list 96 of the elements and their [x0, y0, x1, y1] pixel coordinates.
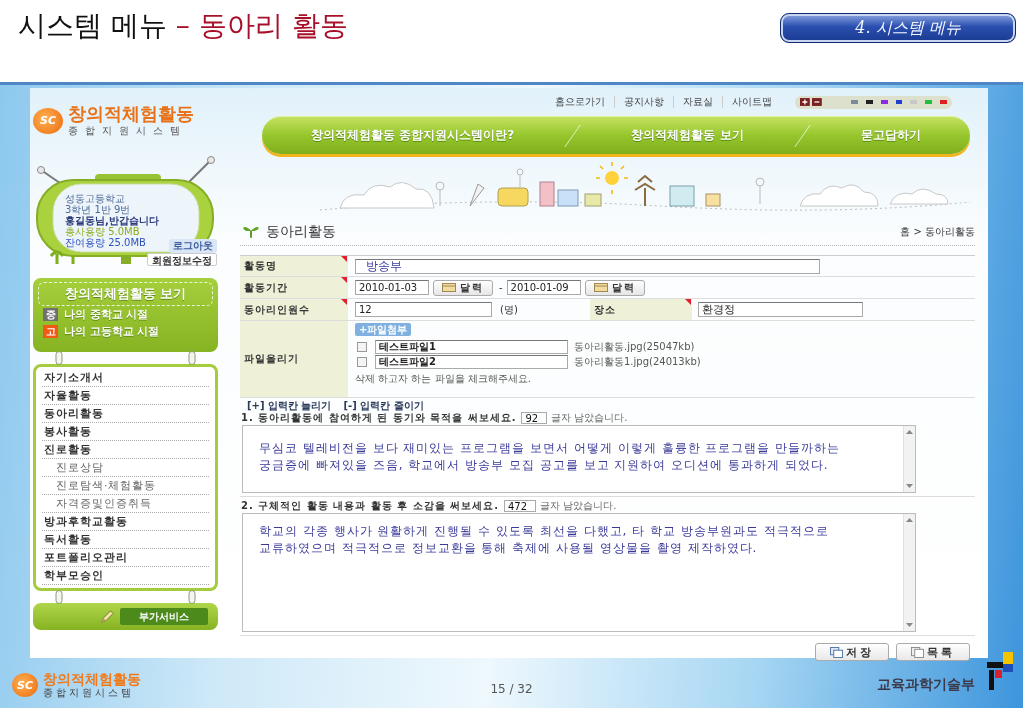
- slide-title: 시스템 메뉴 – 동아리 활동: [18, 8, 348, 44]
- scrollbar[interactable]: [903, 514, 915, 631]
- panel-title: 창의적체험활동 보기: [38, 282, 213, 306]
- menu-item[interactable]: 독서활동: [42, 531, 209, 549]
- question-text: 2. 구체적인 활동 내용과 활동 후 소감을 써보세요.: [241, 499, 499, 513]
- required-mark-icon: [685, 299, 691, 305]
- storage-left: 잔여용량 25.0MB: [65, 237, 146, 248]
- logo-subtitle: 종합지원시스템: [68, 124, 188, 137]
- section-badge: 4. 시스템 메뉴: [780, 13, 1016, 43]
- breadcrumb: 홈 > 동아리활동: [900, 224, 975, 239]
- scroll-down-icon[interactable]: [906, 484, 913, 488]
- file-info: 동아리활동.jpg(25047kb): [574, 339, 695, 354]
- theme-swatch-icon[interactable]: [865, 100, 873, 104]
- save-icon: [830, 646, 843, 658]
- scroll-down-icon[interactable]: [906, 623, 913, 627]
- menu-item[interactable]: 포트폴리오관리: [42, 549, 209, 567]
- scroll-up-icon[interactable]: [906, 518, 913, 522]
- minus-icon[interactable]: [811, 98, 822, 106]
- logout-button[interactable]: 로그아웃: [169, 239, 217, 253]
- field-label: 활동명: [244, 259, 277, 273]
- date-input[interactable]: 2010-01-03: [355, 280, 429, 295]
- required-mark-icon: [341, 256, 347, 262]
- greeting-text: 홍길동님,반갑습니다: [65, 215, 159, 226]
- menu-item[interactable]: 동아리활동: [42, 405, 209, 423]
- hint-text: 삭제 하고자 하는 파일을 체크해주세요.: [355, 372, 531, 386]
- theme-swatch-icon[interactable]: [895, 100, 903, 104]
- required-mark-icon: [341, 299, 347, 305]
- ministry-name: 교육과학기술부: [877, 676, 975, 694]
- file-name-input[interactable]: 테스트파일1: [375, 339, 568, 354]
- theme-swatch-icon[interactable]: [851, 100, 858, 104]
- file-info: 동아리활동1.jpg(24013kb): [574, 354, 701, 369]
- remaining-label: 글자 남았습니다.: [551, 411, 628, 425]
- util-link[interactable]: 공지사항: [614, 96, 673, 108]
- menu-item[interactable]: 학부모승인: [42, 567, 209, 585]
- util-link[interactable]: 사이트맵: [722, 96, 781, 108]
- submenu-item[interactable]: 진로탐색·체험활동: [42, 477, 209, 495]
- logo-subtitle: 종합지원시스템: [43, 687, 135, 699]
- question-text: 1. 동아리활동에 참여하게 된 동기와 목적을 써보세요.: [241, 411, 517, 425]
- answer-text-area[interactable]: 무심코 텔레비전을 보다 재미있는 프로그램을 보면서 어떻게 이렇게 훌륭한 프로그램을 만들까하는 궁금증에 빠져있을 즈음, 학교에서 방송부 모집 공고를 보고 지원하여 오디션에 통과하게 되었다.: [242, 425, 916, 493]
- school-name: 성동고등학교: [65, 193, 125, 204]
- util-link[interactable]: 홈으로가기: [546, 96, 614, 108]
- school-badge: 중: [43, 308, 58, 321]
- menu-item[interactable]: 방과후학교활동: [42, 513, 209, 531]
- checkbox[interactable]: [357, 341, 367, 352]
- menu-item[interactable]: 진로활동: [42, 441, 209, 459]
- save-button[interactable]: 저장: [815, 643, 889, 661]
- pencil-icon: [100, 609, 114, 624]
- unit-label: (명): [499, 302, 519, 317]
- resize-link[interactable]: [+] 입력칸 늘리기: [247, 400, 332, 412]
- ministry-emblem-icon: [985, 652, 1015, 690]
- range-separator: -: [499, 282, 503, 293]
- checkbox[interactable]: [357, 356, 367, 367]
- class-number: 3학년 1반 9번: [65, 204, 131, 215]
- required-mark-icon: [341, 277, 347, 283]
- list-button[interactable]: 목록: [896, 643, 970, 661]
- document-icon: [911, 646, 924, 658]
- plus-icon[interactable]: [800, 98, 810, 106]
- menu-item[interactable]: 자기소개서: [42, 369, 209, 387]
- menu-item[interactable]: 자율활동: [42, 387, 209, 405]
- submenu-item[interactable]: 자격증및인증취득: [42, 495, 209, 513]
- calendar-icon: [442, 283, 456, 292]
- char-count-field: 92: [521, 412, 548, 424]
- logo-mark: SC: [12, 673, 38, 697]
- service-button[interactable]: 부가서비스: [120, 608, 208, 625]
- page-number: 15 / 32: [490, 681, 533, 696]
- resize-link[interactable]: [-] 입력칸 줄이기: [343, 400, 424, 412]
- school-badge: 고: [43, 325, 58, 338]
- text-input[interactable]: 방송부: [355, 258, 820, 274]
- menu-item[interactable]: 봉사활동: [42, 423, 209, 441]
- calendar-button[interactable]: 달력: [584, 279, 645, 296]
- theme-swatch-icon[interactable]: [880, 100, 888, 104]
- field-label: 활동기간: [244, 280, 288, 295]
- field-label: 파일올리기: [244, 352, 299, 366]
- char-count-field: 472: [503, 500, 537, 512]
- answer-text-area[interactable]: 학교의 각종 행사가 원활하게 진행될 수 있도록 최선을 다했고, 타 학교 방송부원과도 적극적으로 교류하였으며 적극적으로 정보교환을 통해 축제에 사용될 영상물을 촬영 제작하였다.: [242, 513, 916, 632]
- remaining-label: 글자 남았습니다.: [540, 499, 617, 513]
- submenu-item[interactable]: 진로상담: [42, 459, 209, 477]
- scroll-up-icon[interactable]: [906, 430, 913, 434]
- logo-mark: SC: [33, 107, 63, 134]
- file-name-input[interactable]: 테스트파일2: [375, 354, 568, 369]
- field-label: 장소: [594, 302, 616, 317]
- calendar-button[interactable]: 달력: [433, 279, 493, 296]
- edit-profile-button[interactable]: 회원정보수정: [147, 253, 217, 266]
- theme-swatch-icon[interactable]: [925, 100, 933, 104]
- sprout-icon: [243, 225, 259, 238]
- util-link[interactable]: 자료실: [673, 96, 722, 108]
- calendar-icon: [593, 283, 608, 292]
- theme-swatch-icon[interactable]: [940, 100, 947, 104]
- field-label: 동아리인원수: [244, 302, 310, 317]
- logo-title: 창의적체험활동: [43, 671, 141, 687]
- scrollbar[interactable]: [903, 426, 915, 492]
- storage-used: 총사용량 5.0MB: [65, 226, 140, 237]
- date-input[interactable]: 2010-01-09: [506, 280, 581, 295]
- number-input[interactable]: 12: [355, 302, 492, 317]
- text-input[interactable]: 환경정: [698, 302, 863, 317]
- page-title: 동아리활동: [266, 222, 336, 241]
